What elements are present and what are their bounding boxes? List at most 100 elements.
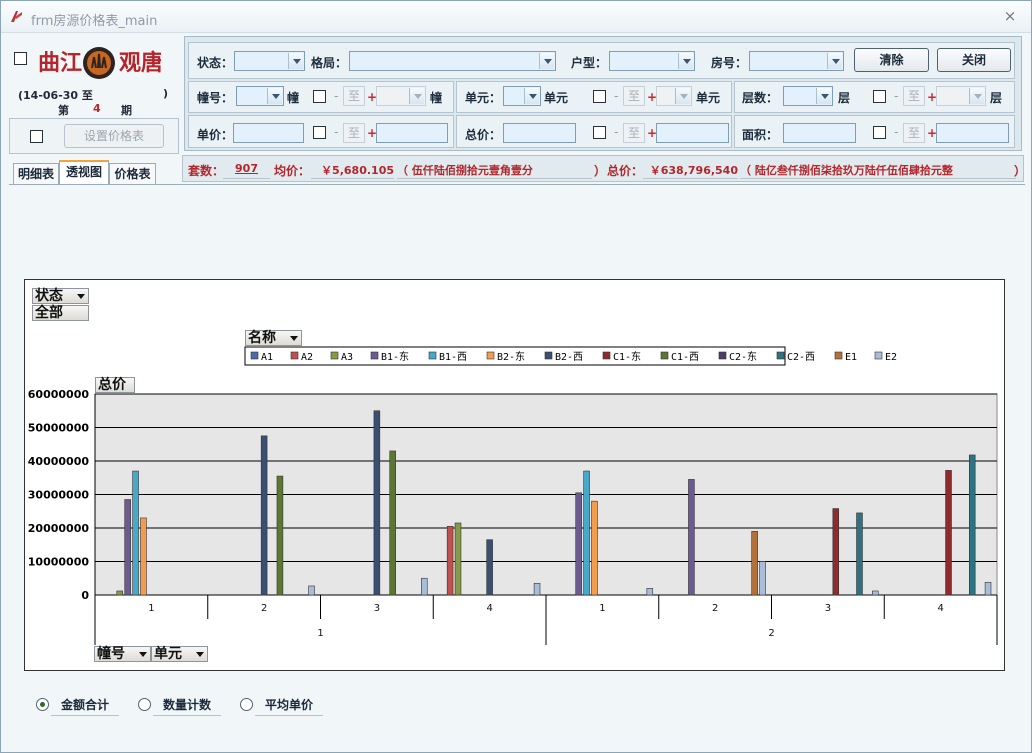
tab-detail[interactable]: 明细表 xyxy=(13,163,59,185)
set-price-button[interactable]: 设置价格表 xyxy=(64,124,164,148)
count-value: 907 xyxy=(223,162,270,179)
chevron-down-icon xyxy=(827,53,842,69)
building-row-field[interactable]: 幢号 xyxy=(94,646,151,662)
y-tick-label: 50000000 xyxy=(28,422,90,435)
area-label: 面积： xyxy=(742,128,779,142)
x-group-label: 2 xyxy=(768,628,774,639)
floor-unit: 层 xyxy=(838,91,851,105)
avg-radio[interactable] xyxy=(240,698,253,711)
floor-range-from[interactable]: 至 xyxy=(903,86,925,106)
y-tick-label: 0 xyxy=(81,589,89,602)
bar-B1-西-2-1 xyxy=(583,470,590,596)
count-label: 套数： xyxy=(188,164,225,178)
chevron-down-icon xyxy=(409,88,424,104)
legend-entry: B2-东 xyxy=(497,350,525,363)
bar-C1-东-2-4 xyxy=(945,470,952,596)
total-value: ￥638,796,540 xyxy=(643,162,738,179)
bar-C2-西-2-3 xyxy=(856,512,863,596)
total-label: 总价： xyxy=(607,164,644,178)
bar-E1-2-2 xyxy=(751,531,758,596)
close-button[interactable]: 关闭 xyxy=(937,48,1011,72)
status-select[interactable] xyxy=(234,51,305,71)
chevron-down-icon xyxy=(288,53,303,69)
bar-C1-西-1-2 xyxy=(276,475,284,596)
bar-B2-西-1-3 xyxy=(373,410,381,596)
legend-entry: A2 xyxy=(301,352,313,363)
bar-B2-东-2-1 xyxy=(591,500,598,596)
unit-row-field[interactable]: 单元 xyxy=(151,646,208,662)
y-tick-label: 40000000 xyxy=(28,455,90,468)
unit-select[interactable] xyxy=(503,86,541,106)
chevron-down-icon xyxy=(539,53,554,69)
total-price-bar-chart: 0 10000000 20000000 30000000 40000000 5000000… xyxy=(28,346,998,645)
tab-price-table[interactable]: 价格表 xyxy=(109,163,156,185)
unit-range-checkbox[interactable] xyxy=(593,90,606,103)
building-range-to[interactable] xyxy=(376,86,426,106)
set-price-checkbox[interactable] xyxy=(30,130,43,143)
total-range-to[interactable] xyxy=(656,123,729,143)
bar-B1-东-2-2 xyxy=(688,479,695,596)
x-tick-label: 2 xyxy=(712,603,718,614)
unit-range-to[interactable] xyxy=(656,86,692,106)
close-icon[interactable]: × xyxy=(1001,7,1019,25)
bar-B2-西-1-4 xyxy=(486,539,493,596)
avg-label: 均价： xyxy=(274,164,311,178)
area-range-checkbox[interactable] xyxy=(873,126,886,139)
layout-select[interactable] xyxy=(349,51,556,71)
y-tick-label: 30000000 xyxy=(28,489,90,502)
building-select[interactable] xyxy=(236,86,284,106)
x-tick-label: 2 xyxy=(261,603,267,614)
sum-label[interactable]: 金额合计 xyxy=(51,696,120,716)
legend-entry: E2 xyxy=(885,352,897,363)
series-field-button[interactable]: 名称 xyxy=(245,330,302,346)
legend-swatch xyxy=(602,351,611,360)
status-field-button[interactable]: 状态 xyxy=(32,288,89,304)
area-range-to[interactable] xyxy=(936,123,1009,143)
floor-range-checkbox[interactable] xyxy=(873,90,886,103)
legend-entry: C1-东 xyxy=(613,350,641,363)
unit-range-from[interactable]: 至 xyxy=(623,86,645,106)
avg-paren: ） xyxy=(594,164,607,178)
room-select[interactable] xyxy=(749,51,844,71)
tab-pivot-chart[interactable]: 透视图 xyxy=(59,160,109,184)
legend-swatch xyxy=(776,351,785,360)
price-range-to[interactable] xyxy=(376,123,448,143)
building-range-from[interactable]: 至 xyxy=(343,86,365,106)
legend-swatch xyxy=(330,351,339,360)
bar-E2-2-2 xyxy=(759,561,766,596)
price-range-from[interactable]: 至 xyxy=(343,123,365,143)
period-checkbox[interactable] xyxy=(14,52,27,65)
legend-swatch xyxy=(250,351,259,360)
layout-label: 格局： xyxy=(311,56,348,70)
unit-range-unit: 单元 xyxy=(696,91,721,105)
bar-A3-1-1 xyxy=(116,590,124,596)
x-group-label: 1 xyxy=(317,628,323,639)
floor-select[interactable] xyxy=(783,86,833,106)
period-suffix: 期 xyxy=(121,104,132,117)
total-range-from[interactable]: 至 xyxy=(623,123,645,143)
data-field-button[interactable]: 总价 xyxy=(95,377,135,393)
y-tick-label: 10000000 xyxy=(28,556,90,569)
floor-range-to[interactable] xyxy=(936,86,986,106)
area-range-from[interactable]: 至 xyxy=(903,123,925,143)
period-number: 4 xyxy=(93,102,101,115)
building-range-checkbox[interactable] xyxy=(313,90,326,103)
dropdown-arrow-icon xyxy=(77,294,85,299)
total-price-input[interactable] xyxy=(503,123,576,143)
bar-E2-1-3 xyxy=(421,577,428,596)
count-option-label[interactable]: 数量计数 xyxy=(153,696,222,716)
unit-type-select[interactable] xyxy=(609,51,695,71)
window-title: frm房源价格表_main xyxy=(31,14,158,29)
avg-option-label[interactable]: 平均单价 xyxy=(255,696,324,716)
x-tick-label: 1 xyxy=(148,603,154,614)
legend-entry: A1 xyxy=(261,352,273,363)
price-range-checkbox[interactable] xyxy=(313,126,326,139)
total-range-checkbox[interactable] xyxy=(593,126,606,139)
area-input[interactable] xyxy=(783,123,856,143)
clear-button[interactable]: 清除 xyxy=(854,48,929,72)
price-input[interactable] xyxy=(233,123,304,143)
count-radio[interactable] xyxy=(138,698,151,711)
brand-text-right: 观唐 xyxy=(119,50,161,75)
main-window: frm房源价格表_main × 曲江 观唐 (14-06-30 至 ) 第 4 … xyxy=(0,0,1032,753)
sum-radio[interactable] xyxy=(36,698,49,711)
